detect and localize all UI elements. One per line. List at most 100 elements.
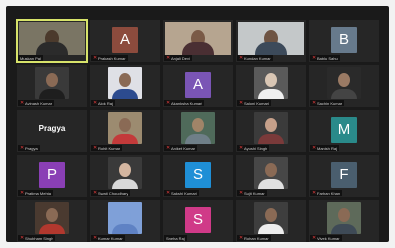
participant-name-label: ✕ Swati Choudhary: [91, 190, 131, 196]
participant-name-label: ✕ Rohit Kumar: [91, 144, 123, 151]
participant-profile-photo: [327, 67, 361, 99]
participant-video-feed: [238, 22, 304, 55]
participant-initial-avatar: A: [185, 72, 211, 98]
participant-profile-photo: [254, 202, 288, 234]
photo-body: [258, 179, 284, 189]
participant-initial-avatar: P: [39, 162, 65, 188]
participant-name-label: ✕ Rohan Kumar: [237, 235, 271, 241]
participant-name-label: ✕ Ayushi Singh: [237, 145, 270, 151]
mic-muted-icon: ✕: [166, 99, 171, 106]
participant-tile[interactable]: S Sneha Raj: [163, 200, 233, 242]
mic-muted-icon: ✕: [239, 54, 244, 61]
mic-muted-icon: ✕: [93, 54, 98, 61]
mic-muted-icon: ✕: [239, 189, 244, 196]
participant-tile[interactable]: ✕ Shubham Singh: [17, 200, 87, 242]
participant-tile[interactable]: A ✕ Prakash Kumar: [90, 20, 160, 62]
participant-tile[interactable]: P ✕ Pratima Mehta: [17, 155, 87, 197]
participant-tile[interactable]: A ✕ Akanksha Kumari: [163, 65, 233, 107]
participant-name-label: ✕ Kundan Kumar: [237, 55, 273, 61]
participant-tile[interactable]: ✕ Avinash Kumar: [17, 65, 87, 107]
photo-head: [265, 73, 277, 87]
participant-name-label: ✕ Shubham Singh: [18, 234, 56, 241]
mic-muted-icon: ✕: [166, 54, 171, 61]
participant-initial-avatar: M: [331, 117, 357, 143]
participant-profile-photo: [327, 202, 361, 234]
mic-muted-icon: ✕: [239, 234, 244, 241]
photo-head: [119, 118, 131, 132]
photo-head: [192, 118, 204, 132]
participant-tile[interactable]: M ✕ Manish Raj: [309, 110, 379, 152]
participant-name-label: Muskan Pal: [18, 55, 43, 61]
participant-name-text: Farhan Khan: [317, 190, 341, 196]
participant-tile[interactable]: ✕ Aniket Kumar: [163, 110, 233, 152]
mic-muted-icon: ✕: [20, 234, 25, 241]
participant-name-text: Shubham Singh: [25, 235, 54, 241]
participant-video-feed: [19, 22, 85, 55]
participant-tile[interactable]: ✕ Sachin Kumar: [309, 65, 379, 107]
participant-video-feed: [165, 22, 231, 55]
participant-profile-photo: [254, 112, 288, 144]
participant-tile[interactable]: ✕ Alok Raj: [90, 65, 160, 107]
zoom-gallery-view: Muskan Pal A ✕ Prakash Kumar ✕ Anjali Devi ✕ Ku…: [6, 6, 389, 242]
video-body: [182, 42, 214, 55]
participant-name-text: Kundan Kumar: [244, 55, 271, 61]
mic-muted-icon: ✕: [166, 144, 171, 151]
participant-tile[interactable]: ✕ Saloni Kumari: [236, 65, 306, 107]
mic-muted-icon: ✕: [93, 144, 98, 151]
participant-profile-photo: [108, 157, 142, 189]
participant-initial-avatar: S: [185, 162, 211, 188]
mic-muted-icon: ✕: [239, 99, 244, 106]
participant-name-label: ✕ Sachin Kumar: [310, 99, 345, 106]
video-body: [36, 42, 68, 55]
mic-muted-icon: ✕: [312, 99, 317, 106]
participant-tile[interactable]: ✕ Vivek Kumar: [309, 200, 379, 242]
participant-tile[interactable]: ✕ Kundan Kumar: [236, 20, 306, 62]
participant-tile[interactable]: ✕ Rohit Kumar: [90, 110, 160, 152]
participant-initial-avatar: S: [185, 207, 211, 233]
participant-tile[interactable]: Muskan Pal: [16, 19, 88, 63]
participant-name-label: ✕ Pragya: [18, 145, 40, 151]
photo-head: [119, 73, 131, 87]
photo-head: [338, 73, 350, 87]
participant-tile[interactable]: ✕ Ayushi Singh: [236, 110, 306, 152]
participant-name-text: Pragya: [25, 145, 38, 151]
participant-name-label: ✕ Akanksha Kumari: [164, 99, 205, 106]
participant-name-label: Sneha Raj: [164, 235, 187, 241]
participant-tile[interactable]: Pragya ✕ Pragya: [17, 110, 87, 152]
participant-name-text: Rohit Kumar: [98, 145, 121, 151]
mic-muted-icon: ✕: [20, 99, 25, 106]
mic-muted-icon: ✕: [93, 99, 98, 106]
participant-tile[interactable]: ✕ Swati Choudhary: [90, 155, 160, 197]
participant-profile-photo: [181, 112, 215, 144]
participant-profile-photo: [254, 157, 288, 189]
mic-muted-icon: ✕: [312, 234, 317, 241]
participant-tile[interactable]: B ✕ Bablu Sahu: [309, 20, 379, 62]
participant-name-text: Sujit Kumar: [244, 190, 265, 196]
participant-name-text: Alok Raj: [98, 100, 113, 106]
participant-tile[interactable]: S ✕ Sakshi Kumari: [163, 155, 233, 197]
participant-name-text: Ayushi Singh: [244, 145, 268, 151]
mic-muted-icon: ✕: [166, 189, 171, 196]
participant-profile-photo: [108, 202, 142, 234]
participant-name-text: Muskan Pal: [20, 55, 41, 61]
participant-name-text: Akanksha Kumari: [171, 100, 203, 106]
participant-tile[interactable]: ✕ Sujit Kumar: [236, 155, 306, 197]
participant-name-text: Aniket Kumar: [171, 145, 196, 151]
participant-profile-photo: [108, 67, 142, 99]
participant-name-text: Avinash Kumar: [25, 100, 53, 106]
participant-tile[interactable]: ✕ Kumar Kumar: [90, 200, 160, 242]
participant-tile[interactable]: F ✕ Farhan Khan: [309, 155, 379, 197]
participant-name-text: Bablu Sahu: [317, 55, 338, 61]
participant-name-text: Prakash Kumar: [98, 55, 126, 61]
photo-body: [112, 179, 138, 189]
photo-body: [258, 89, 284, 99]
participant-name-label: ✕ Alok Raj: [91, 100, 115, 106]
mic-muted-icon: ✕: [312, 189, 317, 196]
participant-name-label: ✕ Sujit Kumar: [237, 190, 267, 196]
participant-name-label: ✕ Sakshi Kumari: [164, 190, 199, 196]
photo-head: [265, 163, 277, 177]
participant-name-label: ✕ Bablu Sahu: [310, 55, 340, 61]
participant-tile[interactable]: ✕ Anjali Devi: [163, 20, 233, 62]
photo-body: [185, 134, 211, 144]
participant-tile[interactable]: ✕ Rohan Kumar: [236, 200, 306, 242]
